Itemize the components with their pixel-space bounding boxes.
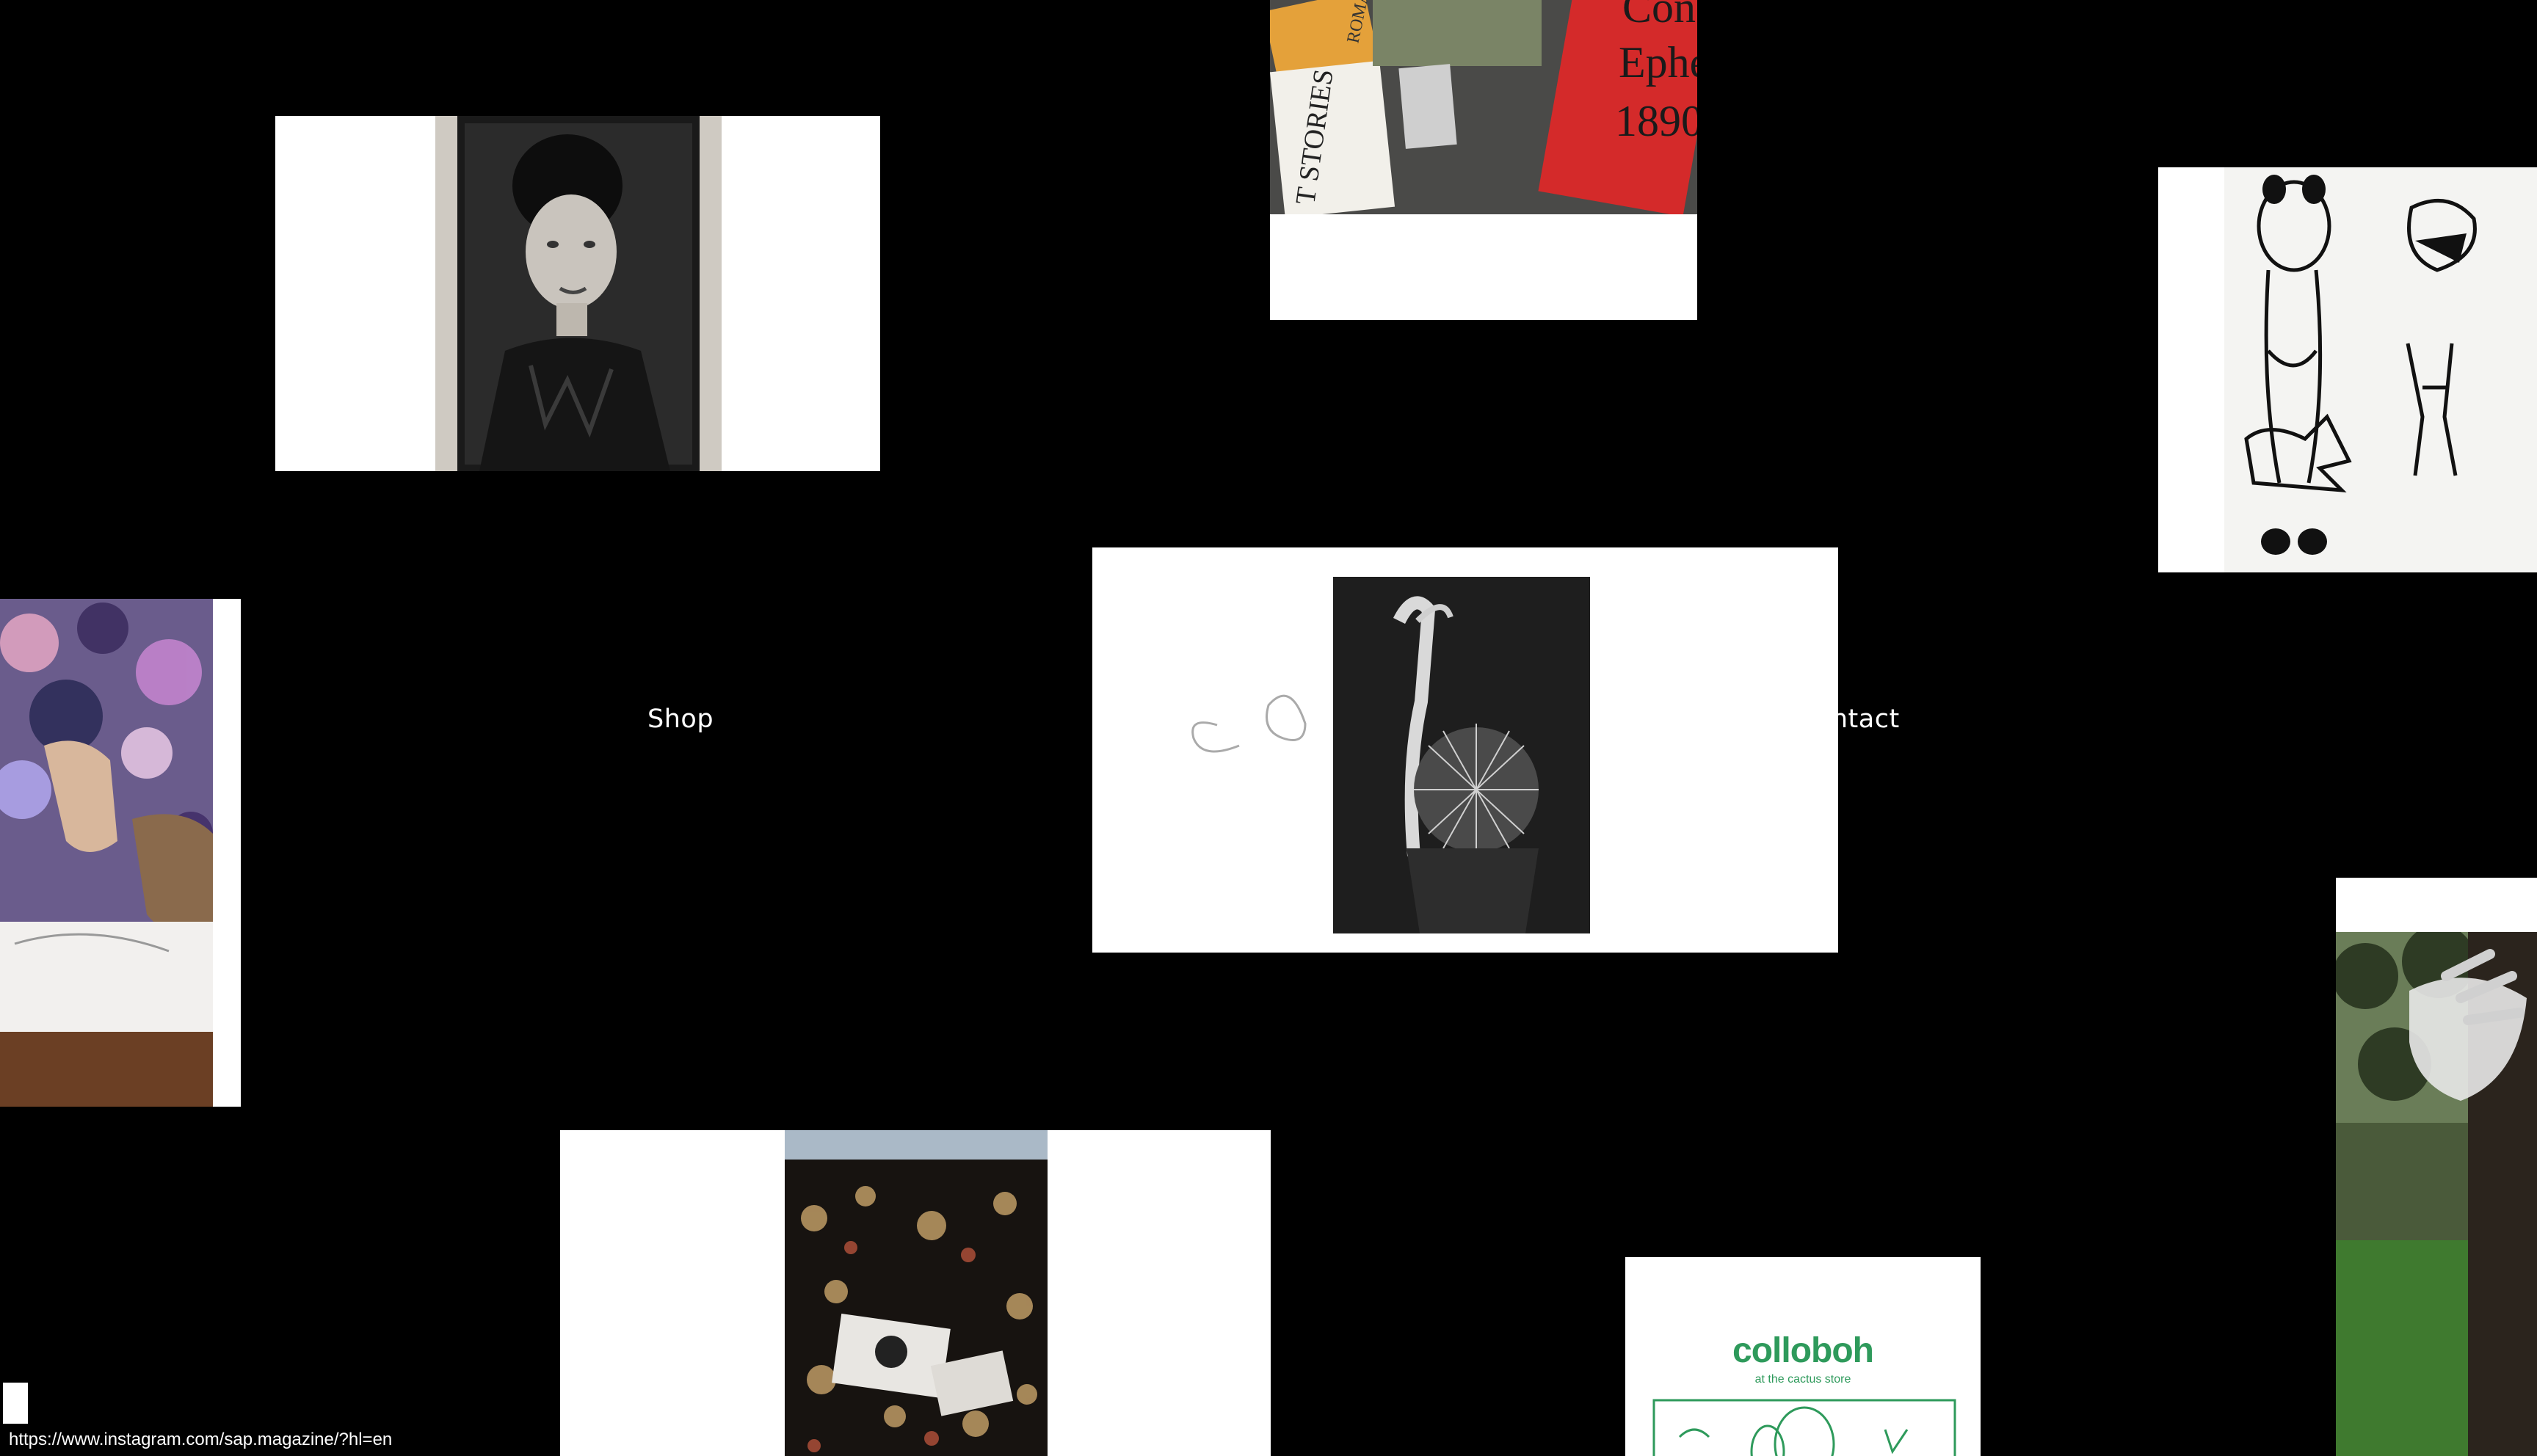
- couch-image: [785, 1130, 1048, 1456]
- poster-cactus-illustration: [1652, 1399, 1956, 1456]
- gallery-card-sitting[interactable]: [0, 599, 241, 1107]
- poster-title: colloboh: [1732, 1331, 1874, 1370]
- gallery-card-books[interactable]: ROMAN HOL T STORIES Con Ephe 1890-: [1270, 0, 1697, 320]
- status-bar-url: https://www.instagram.com/sap.magazine/?…: [0, 1424, 402, 1456]
- status-indicator: [3, 1383, 28, 1424]
- gallery-canvas[interactable]: ROMAN HOL T STORIES Con Ephe 1890-: [0, 0, 2537, 1456]
- books-photo: ROMAN HOL T STORIES Con Ephe 1890-: [1270, 0, 1697, 214]
- portrait-image: [457, 116, 700, 471]
- cactus-photo: [1333, 577, 1590, 933]
- gallery-card-couch[interactable]: [560, 1130, 1271, 1456]
- gallery-card-drawings[interactable]: [2158, 167, 2537, 572]
- book-cover-line-1: Con: [1622, 0, 1696, 32]
- gallery-card-tree[interactable]: [2336, 878, 2537, 1456]
- nav-shop-link[interactable]: Shop: [647, 705, 714, 734]
- gallery-card-portrait[interactable]: [275, 116, 880, 471]
- gallery-card-cactus[interactable]: [1092, 547, 1838, 953]
- portrait-photo: [435, 116, 722, 471]
- gallery-card-colloboh[interactable]: colloboh at the cactus store: [1625, 1257, 1981, 1456]
- books-image: ROMAN HOL T STORIES Con Ephe 1890-: [1270, 0, 1697, 214]
- poster-subtitle: at the cactus store: [1754, 1373, 1851, 1386]
- sitting-image: [0, 599, 213, 1107]
- couch-photo: [785, 1130, 1048, 1456]
- tree-image: [2336, 932, 2537, 1456]
- book-cover-line-2: Ephe: [1619, 38, 1697, 87]
- book-cover-line-3: 1890-: [1615, 97, 1697, 145]
- cactus-image: [1333, 577, 1590, 933]
- drawings-image: [2224, 167, 2537, 572]
